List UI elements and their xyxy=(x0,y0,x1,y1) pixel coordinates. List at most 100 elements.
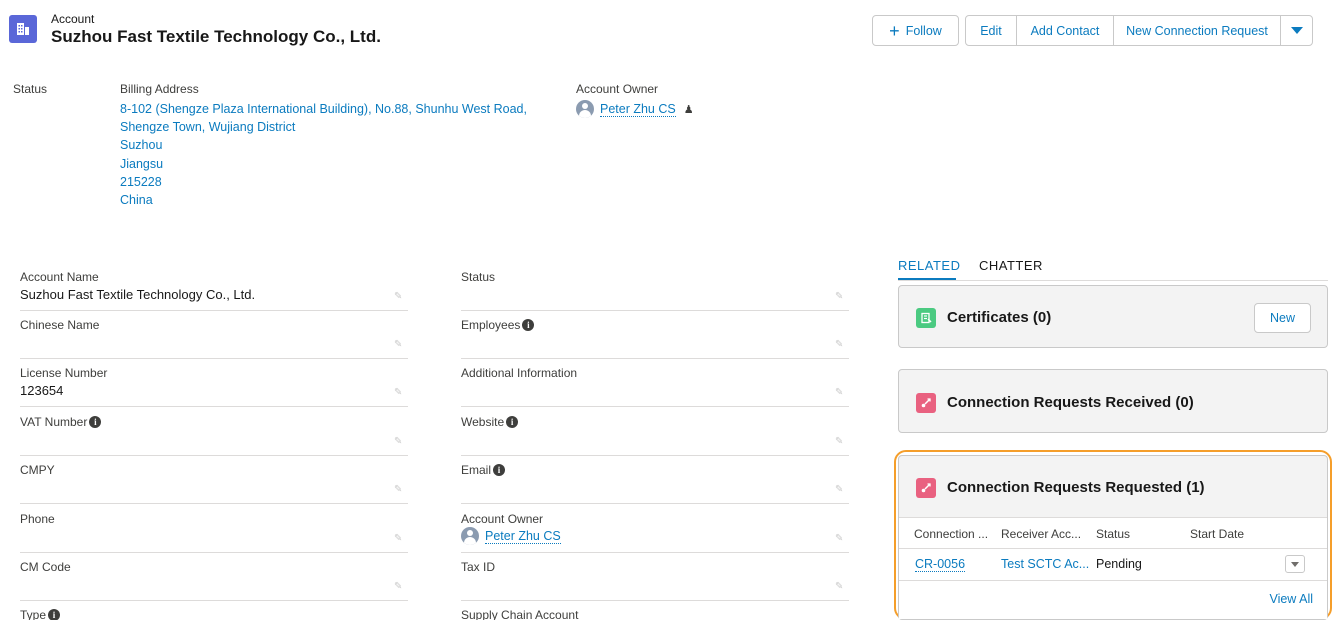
object-type-label: Account xyxy=(51,12,95,26)
field-value: Suzhou Fast Textile Technology Co., Ltd. xyxy=(20,287,256,302)
edit-pencil-icon[interactable]: ✎ xyxy=(394,534,404,544)
field-label: CM Code xyxy=(20,560,71,574)
field-label: Phone xyxy=(20,512,55,526)
field-status: Status ✎ xyxy=(461,263,849,311)
edit-pencil-icon[interactable]: ✎ xyxy=(835,340,845,350)
edit-pencil-icon[interactable]: ✎ xyxy=(394,388,404,398)
edit-pencil-icon[interactable]: ✎ xyxy=(835,437,845,447)
billing-address-line: Jiangsu xyxy=(120,156,164,171)
owner-link[interactable]: Peter Zhu CS xyxy=(600,102,676,117)
billing-address-line: 8-102 (Shengze Plaza International Build… xyxy=(120,102,527,116)
requests-received-card: Connection Requests Received (0) xyxy=(898,369,1328,433)
add-contact-button[interactable]: Add Contact xyxy=(1017,16,1114,45)
connection-request-icon xyxy=(916,478,936,498)
field-label: Employees i xyxy=(461,318,535,332)
field-vat-number: VAT Number i ✎ xyxy=(20,408,408,456)
billing-address-link[interactable]: 8-102 (Shengze Plaza International Build… xyxy=(120,100,527,209)
field-label: VAT Number i xyxy=(20,415,102,429)
table-row: CR-0056 Test SCTC Ac... Pending xyxy=(899,549,1327,580)
field-label: Chinese Name xyxy=(20,318,100,332)
edit-button[interactable]: Edit xyxy=(966,16,1017,45)
field-label: Website i xyxy=(461,415,519,429)
follow-label: Follow xyxy=(905,23,942,38)
billing-address-label: Billing Address xyxy=(120,82,199,96)
connection-request-icon xyxy=(916,393,936,413)
plus-icon: + xyxy=(889,20,900,41)
change-owner-icon[interactable]: ♟ xyxy=(684,103,694,116)
new-certificate-button[interactable]: New xyxy=(1254,303,1311,333)
user-avatar-icon xyxy=(461,527,479,545)
column-header[interactable]: Status xyxy=(1096,527,1130,541)
page-title: Suzhou Fast Textile Technology Co., Ltd. xyxy=(51,27,381,46)
user-avatar-icon xyxy=(576,100,594,118)
field-additional-information: Additional Information ✎ xyxy=(461,359,849,407)
edit-pencil-icon[interactable]: ✎ xyxy=(394,437,404,447)
billing-address-line: Shengze Town, Wujiang District xyxy=(120,120,296,135)
info-icon[interactable]: i xyxy=(506,416,519,428)
edit-pencil-icon[interactable]: ✎ xyxy=(835,292,845,302)
edit-pencil-icon[interactable]: ✎ xyxy=(835,388,845,398)
row-actions-button[interactable] xyxy=(1285,555,1305,573)
billing-address-line: Suzhou xyxy=(120,138,163,153)
status-cell: Pending xyxy=(1096,557,1142,571)
edit-pencil-icon[interactable]: ✎ xyxy=(835,582,845,592)
account-owner-highlight-label: Account Owner xyxy=(576,82,659,96)
field-website: Website i ✎ xyxy=(461,408,849,456)
field-cmpy: CMPY ✎ xyxy=(20,456,408,504)
field-type: Type i xyxy=(20,601,408,620)
field-license-number: License Number 123654 ✎ xyxy=(20,359,408,407)
requests-requested-card: Connection Requests Requested (1) Connec… xyxy=(898,455,1328,620)
edit-pencil-icon[interactable]: ✎ xyxy=(394,485,404,495)
change-owner-icon[interactable]: ✎ xyxy=(835,534,845,544)
edit-pencil-icon[interactable]: ✎ xyxy=(394,292,404,302)
field-label: Additional Information xyxy=(461,366,578,380)
field-value: Peter Zhu CS xyxy=(461,527,561,545)
column-header[interactable]: Receiver Acc... xyxy=(1001,527,1081,541)
tab-related[interactable]: RELATED xyxy=(898,258,961,273)
account-object-icon xyxy=(9,15,37,43)
field-phone: Phone ✎ xyxy=(20,505,408,553)
account-owner-highlight: Peter Zhu CS ♟ xyxy=(576,100,694,118)
edit-pencil-icon[interactable]: ✎ xyxy=(394,582,404,592)
field-tax-id: Tax ID ✎ xyxy=(461,553,849,601)
edit-pencil-icon[interactable]: ✎ xyxy=(835,485,845,495)
info-icon[interactable]: i xyxy=(522,319,535,331)
column-header[interactable]: Start Date xyxy=(1190,527,1244,541)
certificates-title[interactable]: Certificates (0) xyxy=(947,309,1051,326)
requests-requested-title[interactable]: Connection Requests Requested (1) xyxy=(947,479,1205,496)
receiver-account-link[interactable]: Test SCTC Ac... xyxy=(1001,557,1089,571)
status-highlight-label: Status xyxy=(13,82,48,96)
field-label: Status xyxy=(461,270,496,284)
chevron-down-icon xyxy=(1290,27,1303,34)
connection-link[interactable]: CR-0056 xyxy=(915,557,966,572)
owner-link[interactable]: Peter Zhu CS xyxy=(485,529,561,544)
field-chinese-name: Chinese Name ✎ xyxy=(20,311,408,359)
info-icon[interactable]: i xyxy=(48,609,61,620)
info-icon[interactable]: i xyxy=(493,464,506,476)
chevron-down-icon xyxy=(1291,561,1299,567)
view-all-link[interactable]: View All xyxy=(1269,592,1313,606)
field-label: Account Owner xyxy=(461,512,544,526)
certificate-icon xyxy=(916,308,936,328)
field-cm-code: CM Code ✎ xyxy=(20,553,408,601)
tab-chatter[interactable]: CHATTER xyxy=(979,258,1043,273)
new-connection-request-button[interactable]: New Connection Request xyxy=(1114,16,1281,45)
field-employees: Employees i ✎ xyxy=(461,311,849,359)
edit-pencil-icon[interactable]: ✎ xyxy=(394,340,404,350)
info-icon[interactable]: i xyxy=(89,416,102,428)
field-account-owner: Account Owner Peter Zhu CS ✎ xyxy=(461,505,849,553)
field-label: Account Name xyxy=(20,270,99,284)
follow-button[interactable]: + Follow xyxy=(872,15,959,46)
action-button-group: Edit Add Contact New Connection Request xyxy=(965,15,1313,46)
column-header[interactable]: Connection ... xyxy=(914,527,988,541)
field-email: Email i ✎ xyxy=(461,456,849,504)
certificates-card: Certificates (0) New xyxy=(898,285,1328,348)
more-actions-button[interactable] xyxy=(1281,16,1312,45)
field-label: License Number xyxy=(20,366,108,380)
requests-received-title[interactable]: Connection Requests Received (0) xyxy=(947,394,1194,411)
billing-address-line: China xyxy=(120,193,153,208)
field-label: Tax ID xyxy=(461,560,496,574)
field-value: 123654 xyxy=(20,383,64,398)
field-account-name: Account Name Suzhou Fast Textile Technol… xyxy=(20,263,408,311)
field-label: Email i xyxy=(461,463,506,477)
